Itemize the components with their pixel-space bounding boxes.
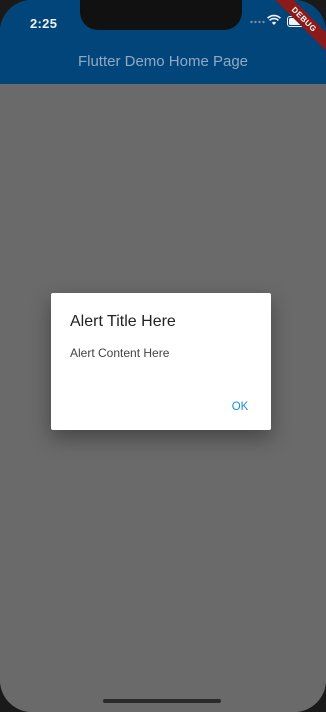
debug-banner-label: DEBUG [268, 0, 326, 56]
dialog-content: Alert Content Here [70, 346, 170, 360]
dialog-title: Alert Title Here [70, 313, 176, 330]
device-notch [80, 0, 242, 30]
home-indicator[interactable] [103, 699, 221, 703]
signal-icon [250, 20, 265, 24]
ok-button[interactable]: OK [221, 395, 259, 419]
debug-banner: DEBUG [266, 0, 326, 60]
phone-screen: 2:25 Flutter Demo Home Page DEBUG Alert … [0, 0, 326, 712]
status-time: 2:25 [30, 16, 58, 31]
alert-dialog: Alert Title Here Alert Content Here OK [51, 293, 271, 430]
